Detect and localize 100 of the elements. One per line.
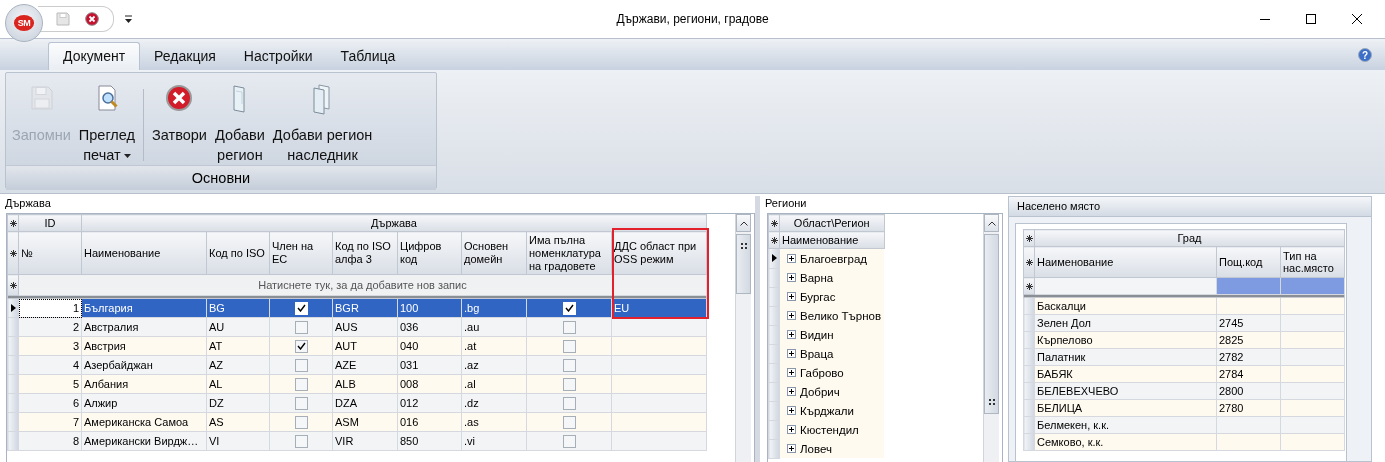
expand-icon[interactable]: [787, 444, 796, 453]
check-icon: [564, 304, 574, 313]
column-header[interactable]: Основен домейн: [461, 231, 527, 275]
table-cell: AL: [209, 378, 223, 390]
checkbox[interactable]: [294, 358, 308, 372]
ribbon-button[interactable]: Добави регион наследник: [268, 83, 377, 165]
column-band-header[interactable]: Държава: [81, 214, 707, 232]
expand-icon[interactable]: [787, 292, 796, 301]
asterisk-icon[interactable]: [770, 236, 778, 244]
checkbox[interactable]: [294, 377, 308, 391]
maximize-icon[interactable]: [1305, 13, 1317, 25]
grip-icon[interactable]: [988, 399, 995, 405]
column-header[interactable]: Има пълна номенклатура на градовете: [526, 231, 612, 275]
column-header[interactable]: Член на ЕС: [269, 231, 333, 275]
table-cell: 2784: [1219, 368, 1244, 380]
expand-icon[interactable]: [787, 387, 796, 396]
checkbox[interactable]: [294, 320, 308, 334]
column-band-header[interactable]: Град: [1034, 229, 1345, 247]
column-header[interactable]: Код по ISO алфа 3: [332, 231, 398, 275]
asterisk-icon[interactable]: [770, 219, 778, 227]
checkbox[interactable]: [562, 434, 576, 448]
ribbon-tab[interactable]: Документ: [48, 42, 141, 70]
table-cell: 036: [400, 321, 419, 333]
table-cell: 1: [72, 302, 79, 314]
column-header[interactable]: Код по ISO: [206, 231, 270, 275]
close-circle-icon[interactable]: [85, 12, 99, 26]
checkbox[interactable]: [562, 358, 576, 372]
customize-dropdown-icon[interactable]: [124, 14, 133, 24]
asterisk-icon[interactable]: [9, 249, 17, 257]
checkbox[interactable]: [294, 339, 308, 353]
ribbon-group-label: Основни: [6, 165, 436, 190]
table-cell: Семково, к.к.: [1037, 436, 1104, 448]
ribbon-tab[interactable]: Редакция: [140, 43, 230, 70]
column-header[interactable]: №: [18, 231, 82, 275]
column-band-header[interactable]: ID: [18, 214, 82, 232]
table-row[interactable]: 3 Австрия AT AUT 040 .at: [7, 336, 707, 356]
table-cell: 008: [400, 378, 419, 390]
scroll-thumb[interactable]: [984, 234, 999, 414]
close-icon[interactable]: [1351, 13, 1363, 25]
table-cell: 031: [400, 359, 419, 371]
checkbox[interactable]: [562, 320, 576, 334]
expand-icon[interactable]: [787, 368, 796, 377]
asterisk-icon[interactable]: [9, 219, 17, 227]
checkbox[interactable]: [562, 377, 576, 391]
checkbox[interactable]: [294, 415, 308, 429]
checkbox[interactable]: [294, 396, 308, 410]
table-row[interactable]: 4 Азербайджан AZ AZE 031 .az: [7, 355, 707, 375]
new-row-prompt[interactable]: Натиснете тук, за да добавите нов запис: [18, 274, 707, 296]
ribbon-button[interactable]: Добави регион: [210, 83, 269, 165]
column-header[interactable]: ДДС област при OSS режим: [611, 231, 707, 275]
checkbox[interactable]: [562, 339, 576, 353]
ribbon-tab[interactable]: Таблица: [326, 43, 410, 70]
scrollbar[interactable]: [983, 214, 999, 462]
column-band-header[interactable]: Област\Регион: [779, 214, 885, 232]
app-logo[interactable]: SM: [5, 4, 43, 42]
table-cell: BG: [209, 302, 225, 314]
asterisk-icon[interactable]: [1025, 258, 1033, 266]
table-row[interactable]: 7 Американска Самоа AS ASM 016 .as: [7, 412, 707, 432]
asterisk-icon[interactable]: [1025, 234, 1033, 242]
checkbox[interactable]: [562, 415, 576, 429]
ribbon-tab[interactable]: Настройки: [229, 43, 327, 70]
tree-item-label: Варна: [800, 271, 834, 284]
table-cell: AS: [209, 416, 224, 428]
tree-item-label: Ловеч: [800, 442, 832, 455]
scrollbar[interactable]: [735, 214, 751, 462]
expand-icon[interactable]: [787, 330, 796, 339]
table-row[interactable]: 5 Албания AL ALB 008 .al: [7, 374, 707, 394]
ribbon-button[interactable]: Преглед печат: [74, 83, 139, 165]
scroll-thumb[interactable]: [736, 234, 751, 294]
table-row[interactable]: 6 Алжир DZ DZA 012 .dz: [7, 393, 707, 413]
asterisk-icon[interactable]: [1025, 282, 1033, 290]
grip-icon[interactable]: [740, 243, 747, 249]
expand-icon[interactable]: [787, 311, 796, 320]
table-cell: ALB: [335, 378, 356, 390]
ribbon-button[interactable]: Затвори: [148, 83, 211, 145]
checkbox[interactable]: [562, 396, 576, 410]
expand-icon[interactable]: [787, 273, 796, 282]
table-row[interactable]: 8 Американски Вирдж… VI VIR 850 .vi: [7, 431, 707, 451]
tree-item-label: Кърджали: [800, 404, 854, 417]
table-row[interactable]: 2 Австралия AU AUS 036 .au: [7, 317, 707, 337]
expand-icon[interactable]: [787, 254, 796, 263]
checkbox[interactable]: [294, 434, 308, 448]
table-cell: Американски Вирдж…: [84, 435, 199, 447]
tree-item-label: Кюстендил: [800, 423, 859, 436]
asterisk-icon[interactable]: [9, 281, 17, 289]
column-header[interactable]: Наименование: [1034, 246, 1217, 278]
help-button[interactable]: ?: [1358, 47, 1372, 62]
column-header[interactable]: Пощ.код: [1216, 246, 1281, 278]
expand-icon[interactable]: [787, 349, 796, 358]
table-cell: 100: [400, 302, 419, 314]
table-cell: .dz: [464, 397, 479, 409]
tree-item-label: Враца: [800, 347, 834, 360]
table-cell: 7: [72, 416, 79, 428]
table-cell: ASM: [335, 416, 359, 428]
column-header[interactable]: Наименование: [81, 231, 207, 275]
column-header[interactable]: Тип на нас.място: [1280, 246, 1345, 278]
expand-icon[interactable]: [787, 406, 796, 415]
table-cell: Кърпелово: [1037, 334, 1093, 346]
column-header[interactable]: Цифров код: [397, 231, 462, 275]
expand-icon[interactable]: [787, 425, 796, 434]
